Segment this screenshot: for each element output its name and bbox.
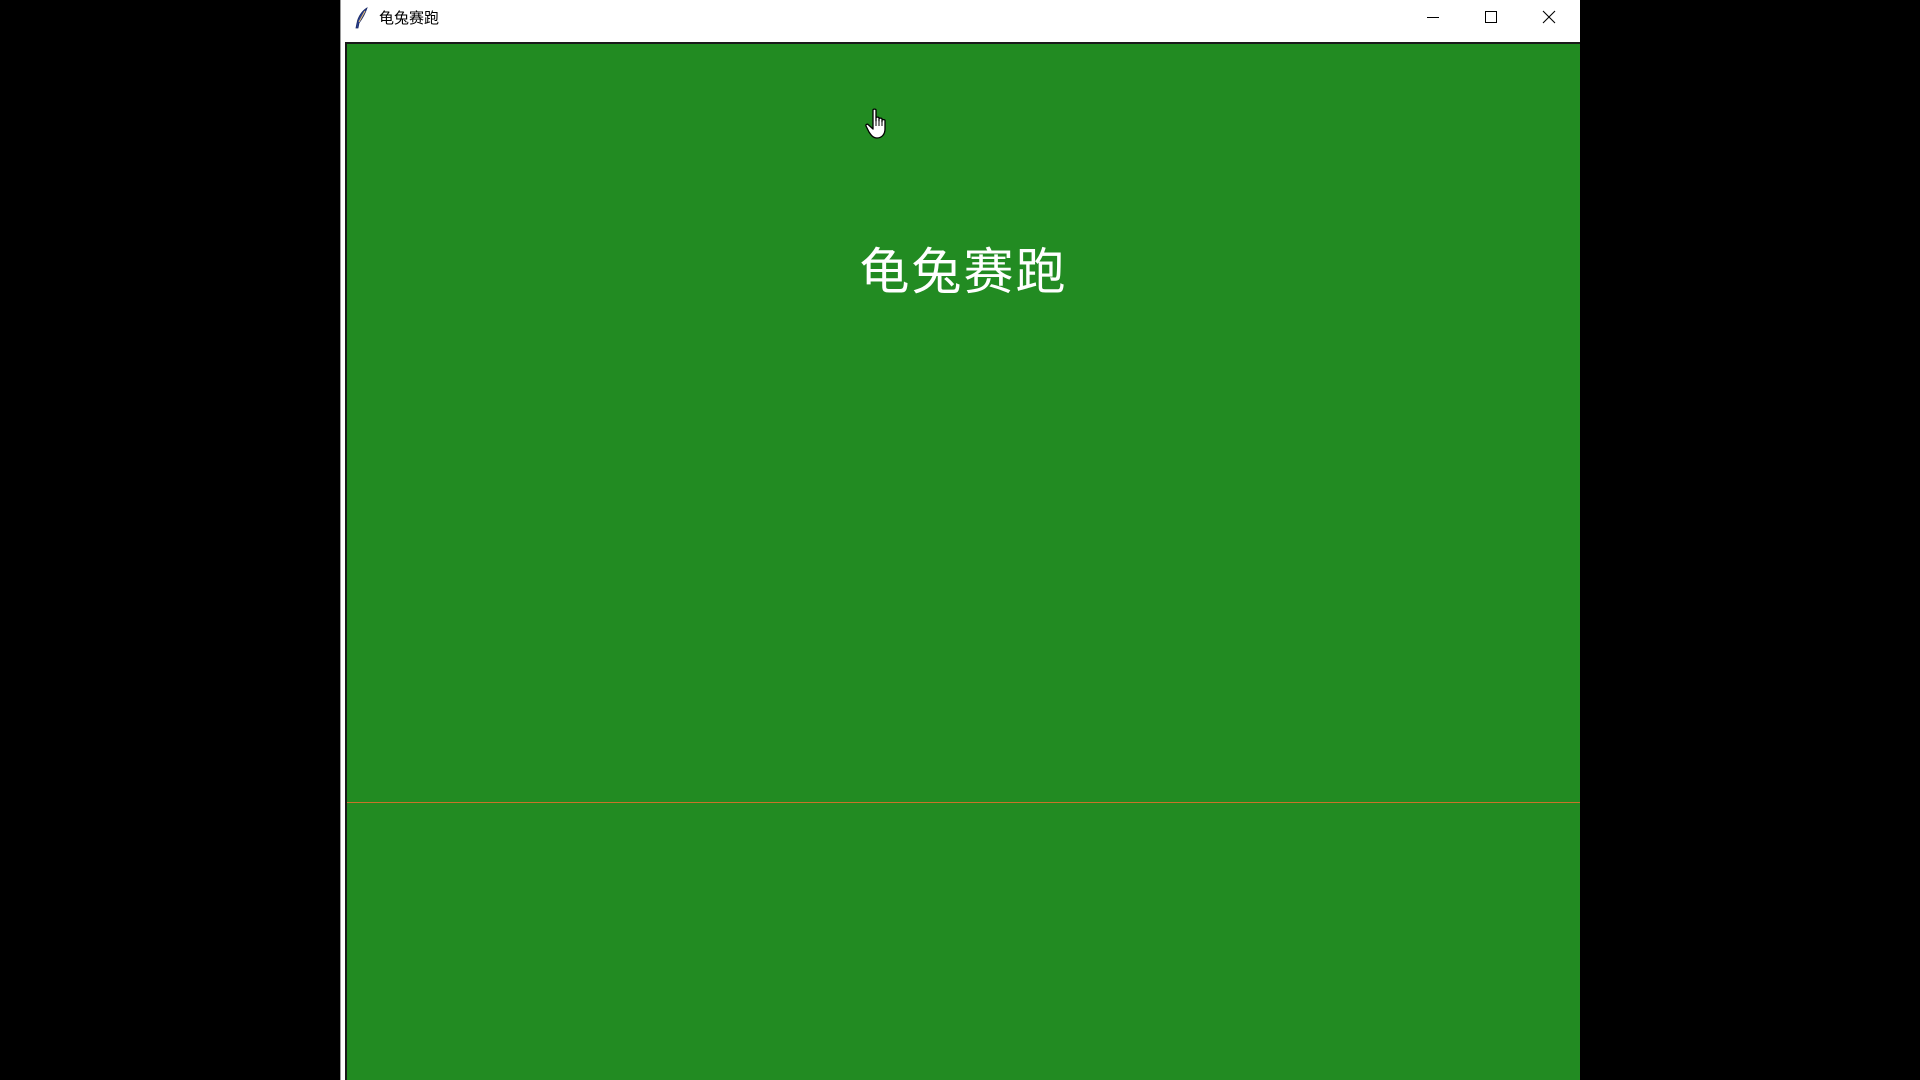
close-button[interactable] bbox=[1520, 0, 1578, 34]
app-window: 龟兔赛跑 龟兔赛跑 bbox=[340, 0, 1580, 1080]
track-line bbox=[347, 802, 1580, 803]
window-title: 龟兔赛跑 bbox=[379, 9, 440, 27]
desktop: 龟兔赛跑 龟兔赛跑 bbox=[0, 0, 1920, 1080]
game-title: 龟兔赛跑 bbox=[859, 243, 1068, 301]
close-icon bbox=[1542, 10, 1556, 24]
feather-icon bbox=[355, 7, 368, 29]
game-canvas[interactable]: 龟兔赛跑 bbox=[345, 42, 1580, 1080]
minimize-icon bbox=[1427, 17, 1439, 18]
minimize-button[interactable] bbox=[1404, 0, 1462, 34]
title-bar[interactable]: 龟兔赛跑 bbox=[341, 0, 1580, 42]
hand-pointer-icon bbox=[865, 108, 886, 139]
maximize-icon bbox=[1485, 11, 1497, 23]
maximize-button[interactable] bbox=[1462, 0, 1520, 34]
